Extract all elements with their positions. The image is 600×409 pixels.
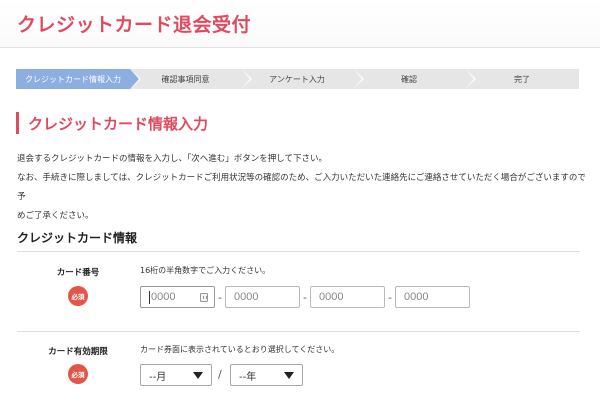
section-title: クレジットカード情報入力 [16,112,208,134]
step-2-confirmation-agreement: 確認事項同意 [130,69,252,89]
card-number-input-2[interactable]: 0000 [225,286,300,308]
card-number-separator: - [388,291,392,304]
placeholder-text: 0000 [319,291,344,303]
placeholder-text: 0000 [151,291,176,303]
text-caret [149,291,150,304]
card-number-input-3[interactable]: 0000 [310,286,385,308]
step-separator-fill [130,69,139,89]
step-separator-fill [465,69,474,89]
step-label: 完了 [514,74,530,84]
divider [17,331,580,332]
expiry-year-select[interactable]: --年 [230,364,303,386]
card-number-label: カード番号 [56,268,100,278]
intro-text: 退会するクレジットカードの情報を入力し、「次へ進む」ボタンを押して下さい。 なお… [17,150,587,226]
step-separator-fill [241,69,250,89]
chevron-down-icon [284,372,294,379]
required-badge: 必須 [68,364,88,384]
page-title: クレジットカード退会受付 [17,14,252,36]
expiry-separator: / [218,368,222,381]
step-separator-fill [353,69,362,89]
card-number-separator: - [303,291,307,304]
intro-line-3: めご了承ください。 [17,211,94,221]
header: クレジットカード退会受付 [0,0,600,48]
divider [17,251,580,252]
step-3-survey: アンケート入力 [241,69,364,89]
placeholder-text: 0000 [234,291,259,303]
placeholder-text: 0000 [404,291,429,303]
step-label: 確認 [401,74,417,84]
required-badge: 必須 [68,286,88,306]
card-number-input-1[interactable]: 0000 [140,286,215,308]
step-label: アンケート入力 [269,74,325,84]
intro-line-2: なお、手続きに際しましては、クレジットカードご利用状況等の確認のため、ご入力いた… [17,173,586,202]
step-4-confirm: 確認 [353,69,476,89]
selected-value: --月 [149,371,167,383]
keypad-icon[interactable] [200,293,208,302]
card-number-hint: 16桁の半角数字でご入力ください。 [140,266,271,275]
expiry-month-select[interactable]: --月 [140,364,212,386]
card-number-input-4[interactable]: 0000 [395,286,470,308]
intro-line-1: 退会するクレジットカードの情報を入力し、「次へ進む」ボタンを押して下さい。 [17,154,327,164]
card-info-heading: クレジットカード情報 [17,231,138,245]
step-progress-bar: クレジットカード情報入力 確認事項同意 アンケート入力 確認 完了 [16,69,579,89]
step-5-complete: 完了 [465,69,579,89]
expiry-label: カード有効期限 [48,347,108,357]
expiry-hint: カード券面に表示されているとおり選択してください。 [140,345,340,354]
card-number-separator: - [218,291,222,304]
step-label: 確認事項同意 [161,74,210,84]
step-label: クレジットカード情報入力 [25,74,121,84]
page: クレジットカード退会受付 クレジットカード情報入力 確認事項同意 アンケート入力… [0,0,600,409]
step-1-card-info: クレジットカード情報入力 [16,69,141,89]
selected-value: --年 [239,371,257,383]
chevron-down-icon [193,372,203,379]
